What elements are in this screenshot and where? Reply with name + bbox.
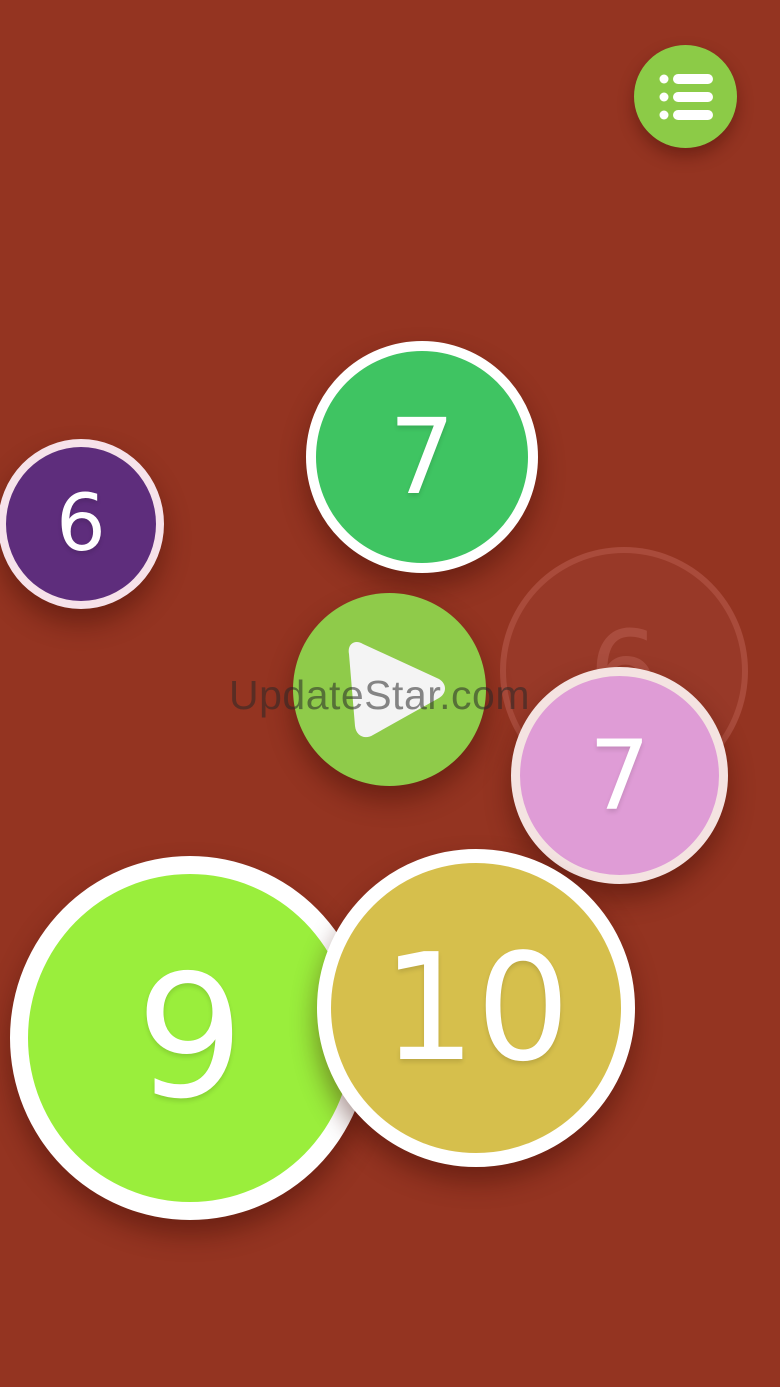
number-ball-gold[interactable]: 10 <box>317 849 635 1167</box>
ball-number: 10 <box>381 922 571 1094</box>
ball-number: 9 <box>135 939 245 1137</box>
ball-number: 7 <box>388 396 456 518</box>
ball-number: 6 <box>56 479 106 569</box>
number-ball-green[interactable]: 7 <box>306 341 538 573</box>
menu-button[interactable] <box>634 45 737 148</box>
number-ball-purple[interactable]: 6 <box>0 439 164 609</box>
list-menu-icon <box>659 74 713 120</box>
play-button[interactable] <box>293 593 486 786</box>
number-ball-pink[interactable]: 7 <box>511 667 728 884</box>
ball-number: 7 <box>588 719 651 832</box>
number-ball-lime[interactable]: 9 <box>10 856 370 1220</box>
play-icon <box>348 642 445 738</box>
